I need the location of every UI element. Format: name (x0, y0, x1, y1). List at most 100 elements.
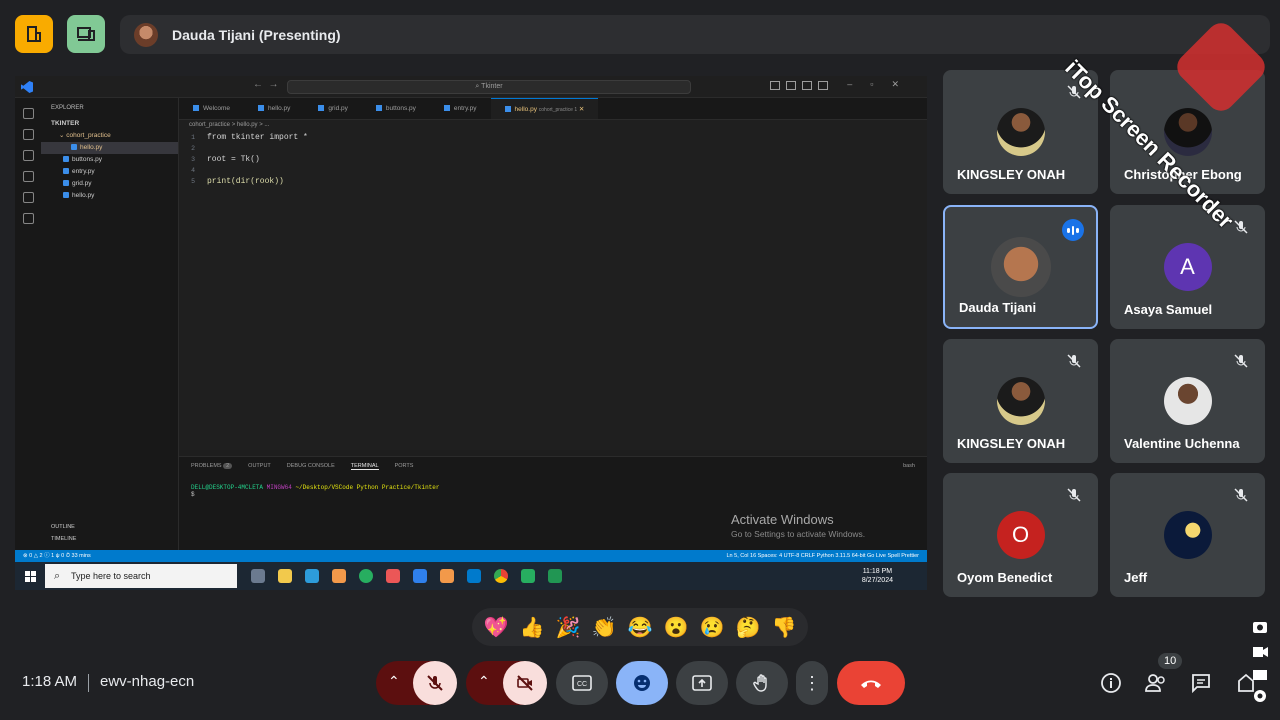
reaction-sad[interactable]: 😢 (700, 615, 725, 640)
subfolder[interactable]: ⌄ cohort_practice (41, 130, 178, 142)
word-icon[interactable] (413, 569, 427, 583)
file-item[interactable]: hello.py (41, 142, 178, 154)
participant-tile[interactable]: A Asaya Samuel (1110, 205, 1265, 329)
timeline-section[interactable]: TIMELINE (51, 536, 76, 542)
outline-section[interactable]: OUTLINE (51, 524, 75, 530)
task-view-icon[interactable] (251, 569, 265, 583)
root-folder[interactable]: TKINTER (41, 118, 178, 130)
activate-subtitle: Go to Settings to activate Windows. (731, 529, 866, 539)
reaction-clap[interactable]: 👏 (592, 615, 617, 640)
reaction-thumbs-down[interactable]: 👎 (772, 615, 797, 640)
panel-tab-label: PROBLEMS (191, 463, 222, 469)
tab-debug-console[interactable]: DEBUG CONSOLE (287, 463, 335, 470)
tab-grid[interactable]: grid.py (304, 98, 362, 119)
leave-call-button[interactable] (837, 661, 905, 705)
participant-tile[interactable]: Valentine Uchenna (1110, 339, 1265, 463)
reactions-button[interactable] (616, 661, 668, 705)
mic-off-icon (1234, 220, 1248, 234)
file-item[interactable]: hello.py (41, 190, 178, 202)
nav-arrows-icon[interactable]: ← → (253, 79, 279, 90)
participant-tile[interactable]: Jeff (1110, 473, 1265, 597)
participant-tile[interactable]: KINGSLEY ONAH (943, 339, 1098, 463)
terminal-shell[interactable]: bash (903, 463, 915, 470)
terminal-prompt: $ (191, 491, 195, 498)
windows-taskbar: Type here to search 11:18 PM 8/27/2024 (15, 562, 927, 590)
sheets-icon[interactable] (548, 569, 562, 583)
system-clock[interactable]: 11:18 PM 8/27/2024 (862, 567, 893, 585)
chat-icon[interactable] (1190, 672, 1212, 694)
raise-hand-button[interactable] (736, 661, 788, 705)
git-icon[interactable] (386, 569, 400, 583)
reaction-bar: 💖 👍 🎉 👏 😂 😮 😢 🤔 👎 (472, 608, 808, 646)
mic-toggle-button[interactable] (413, 661, 457, 705)
store-icon[interactable] (305, 569, 319, 583)
vscode-taskbar-icon[interactable] (467, 569, 481, 583)
vscode-status-bar: ⊗ 0 △ 2 ⓘ 1 ψ 0 ⏱ 33 mins Ln 5, Col 16 S… (15, 550, 927, 562)
tab-problems[interactable]: PROBLEMS 2 (191, 463, 233, 470)
reaction-thumbs-up[interactable]: 👍 (520, 615, 545, 640)
terminal-env: MINGW64 (266, 484, 292, 491)
meeting-info-icon[interactable] (15, 15, 53, 53)
file-item[interactable]: grid.py (41, 178, 178, 190)
sublime-icon[interactable] (440, 569, 454, 583)
explorer-icon[interactable] (22, 108, 34, 119)
file-item[interactable]: entry.py (41, 166, 178, 178)
reaction-laugh[interactable]: 😂 (628, 615, 653, 640)
status-left[interactable]: ⊗ 0 △ 2 ⓘ 1 ψ 0 ⏱ 33 mins (23, 550, 91, 562)
participant-tile[interactable]: O Oyom Benedict (943, 473, 1098, 597)
search-icon[interactable] (22, 129, 34, 140)
file-explorer-icon[interactable] (278, 569, 292, 583)
tab-welcome[interactable]: Welcome (179, 98, 244, 119)
more-options-button[interactable]: ⋮ (796, 661, 828, 705)
extensions-icon[interactable] (22, 192, 34, 203)
tab-output[interactable]: OUTPUT (248, 463, 271, 470)
tab-label: hello.py (514, 106, 537, 113)
tab-buttons[interactable]: buttons.py (362, 98, 430, 119)
meeting-details-icon[interactable] (1100, 672, 1122, 694)
source-control-icon[interactable] (22, 150, 34, 161)
reaction-surprised[interactable]: 😮 (664, 615, 689, 640)
vlc-icon[interactable] (332, 569, 346, 583)
chrome-icon[interactable] (494, 569, 508, 583)
command-search[interactable]: ⌕ Tkinter (287, 80, 691, 94)
testing-icon[interactable] (22, 213, 34, 224)
tab-hello-active[interactable]: hello.py cohort_practice 1 ✕ (490, 98, 599, 119)
presenter-banner: Dauda Tijani (Presenting) (120, 15, 1270, 54)
windows-start-icon[interactable] (15, 562, 45, 590)
participant-tile-speaking[interactable]: Dauda Tijani (943, 205, 1098, 329)
camera-toggle-button[interactable] (503, 661, 547, 705)
code-editor[interactable]: cohort_practice > hello.py > ... 1 from t… (179, 120, 927, 450)
captions-icon: CC (572, 675, 592, 691)
tab-ports[interactable]: PORTS (395, 463, 414, 470)
activity-bar (15, 98, 41, 550)
code-line: print(dir(rook)) (207, 177, 284, 186)
tab-terminal[interactable]: TERMINAL (350, 463, 379, 470)
device-icon[interactable] (67, 15, 105, 53)
status-right[interactable]: Ln 5, Col 16 Spaces: 4 UTF-8 CRLF Python… (727, 550, 920, 562)
whatsapp-icon[interactable] (359, 569, 373, 583)
avatar (996, 108, 1045, 156)
reaction-party[interactable]: 🎉 (556, 615, 581, 640)
taskbar-apps (251, 569, 562, 583)
mic-off-icon (1234, 488, 1248, 502)
presenter-avatar (134, 22, 158, 47)
pycharm-icon[interactable] (521, 569, 535, 583)
tab-entry[interactable]: entry.py (430, 98, 491, 119)
window-controls[interactable]: –▫✕ (847, 79, 917, 90)
run-debug-icon[interactable] (22, 171, 34, 182)
taskbar-search[interactable]: Type here to search (45, 564, 237, 588)
file-item[interactable]: buttons.py (41, 154, 178, 166)
tab-hello[interactable]: hello.py (244, 98, 304, 119)
activities-icon[interactable] (1236, 672, 1256, 694)
people-icon[interactable] (1144, 672, 1168, 694)
reaction-thinking[interactable]: 🤔 (736, 615, 761, 640)
present-button[interactable] (676, 661, 728, 705)
line-number: 2 (191, 145, 195, 152)
captions-button[interactable]: CC (556, 661, 608, 705)
top-bar: Dauda Tijani (Presenting) (0, 0, 1280, 70)
avatar: O (996, 511, 1045, 559)
line-number: 3 (191, 156, 195, 163)
reaction-heart[interactable]: 💖 (484, 615, 509, 640)
terminal-output[interactable]: DELL@DESKTOP-4MCLETA MINGW64 ~/Desktop/V… (179, 476, 927, 506)
layout-controls[interactable] (770, 81, 828, 90)
